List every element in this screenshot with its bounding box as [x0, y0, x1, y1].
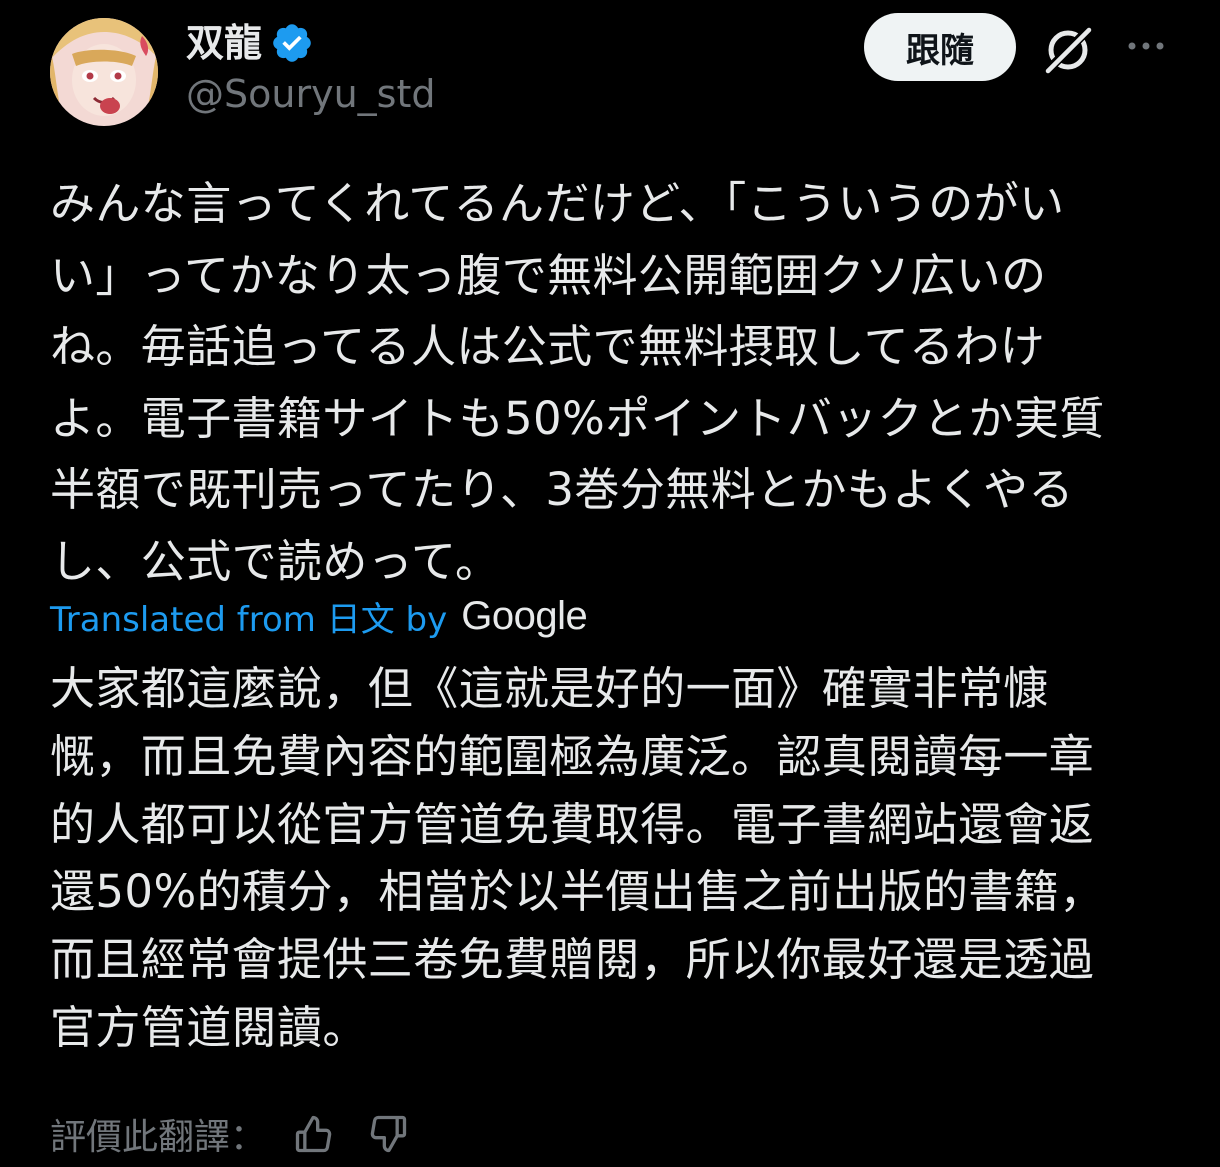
display-name[interactable]: 双龍: [186, 24, 262, 62]
thumbs-down-button[interactable]: [364, 1110, 412, 1158]
translation-attribution: Translated from 日文 by Google: [50, 592, 588, 641]
avatar[interactable]: [50, 18, 158, 126]
translated-text: 大家都這麼說，但《這就是好的一面》確實非常慷 慨，而且免費內容的範圍極為廣泛。認…: [50, 662, 1105, 1054]
thumbs-down-icon: [370, 1115, 407, 1153]
google-logo: Google: [461, 593, 588, 638]
post-text: みんな言ってくれてるんだけど、「こういうのがい い」ってかなり太っ腹で無料公開範…: [50, 177, 1105, 588]
translated-from-label[interactable]: Translated from 日文 by: [50, 592, 447, 641]
rate-translation-row: 評價此翻譯：: [50, 1108, 412, 1160]
avatar-image: [50, 18, 158, 126]
verified-badge-icon: [273, 24, 311, 62]
thumbs-up-icon: [295, 1115, 332, 1153]
thumbs-up-button[interactable]: [290, 1110, 338, 1158]
author-name-row: 双龍: [186, 18, 314, 68]
follow-button[interactable]: 跟隨: [864, 13, 1016, 81]
rate-translation-label: 評價此翻譯：: [50, 1117, 267, 1158]
author-handle[interactable]: @Souryu_std: [186, 73, 435, 116]
grok-icon[interactable]: [1040, 22, 1096, 78]
more-options-icon[interactable]: [1126, 34, 1166, 58]
